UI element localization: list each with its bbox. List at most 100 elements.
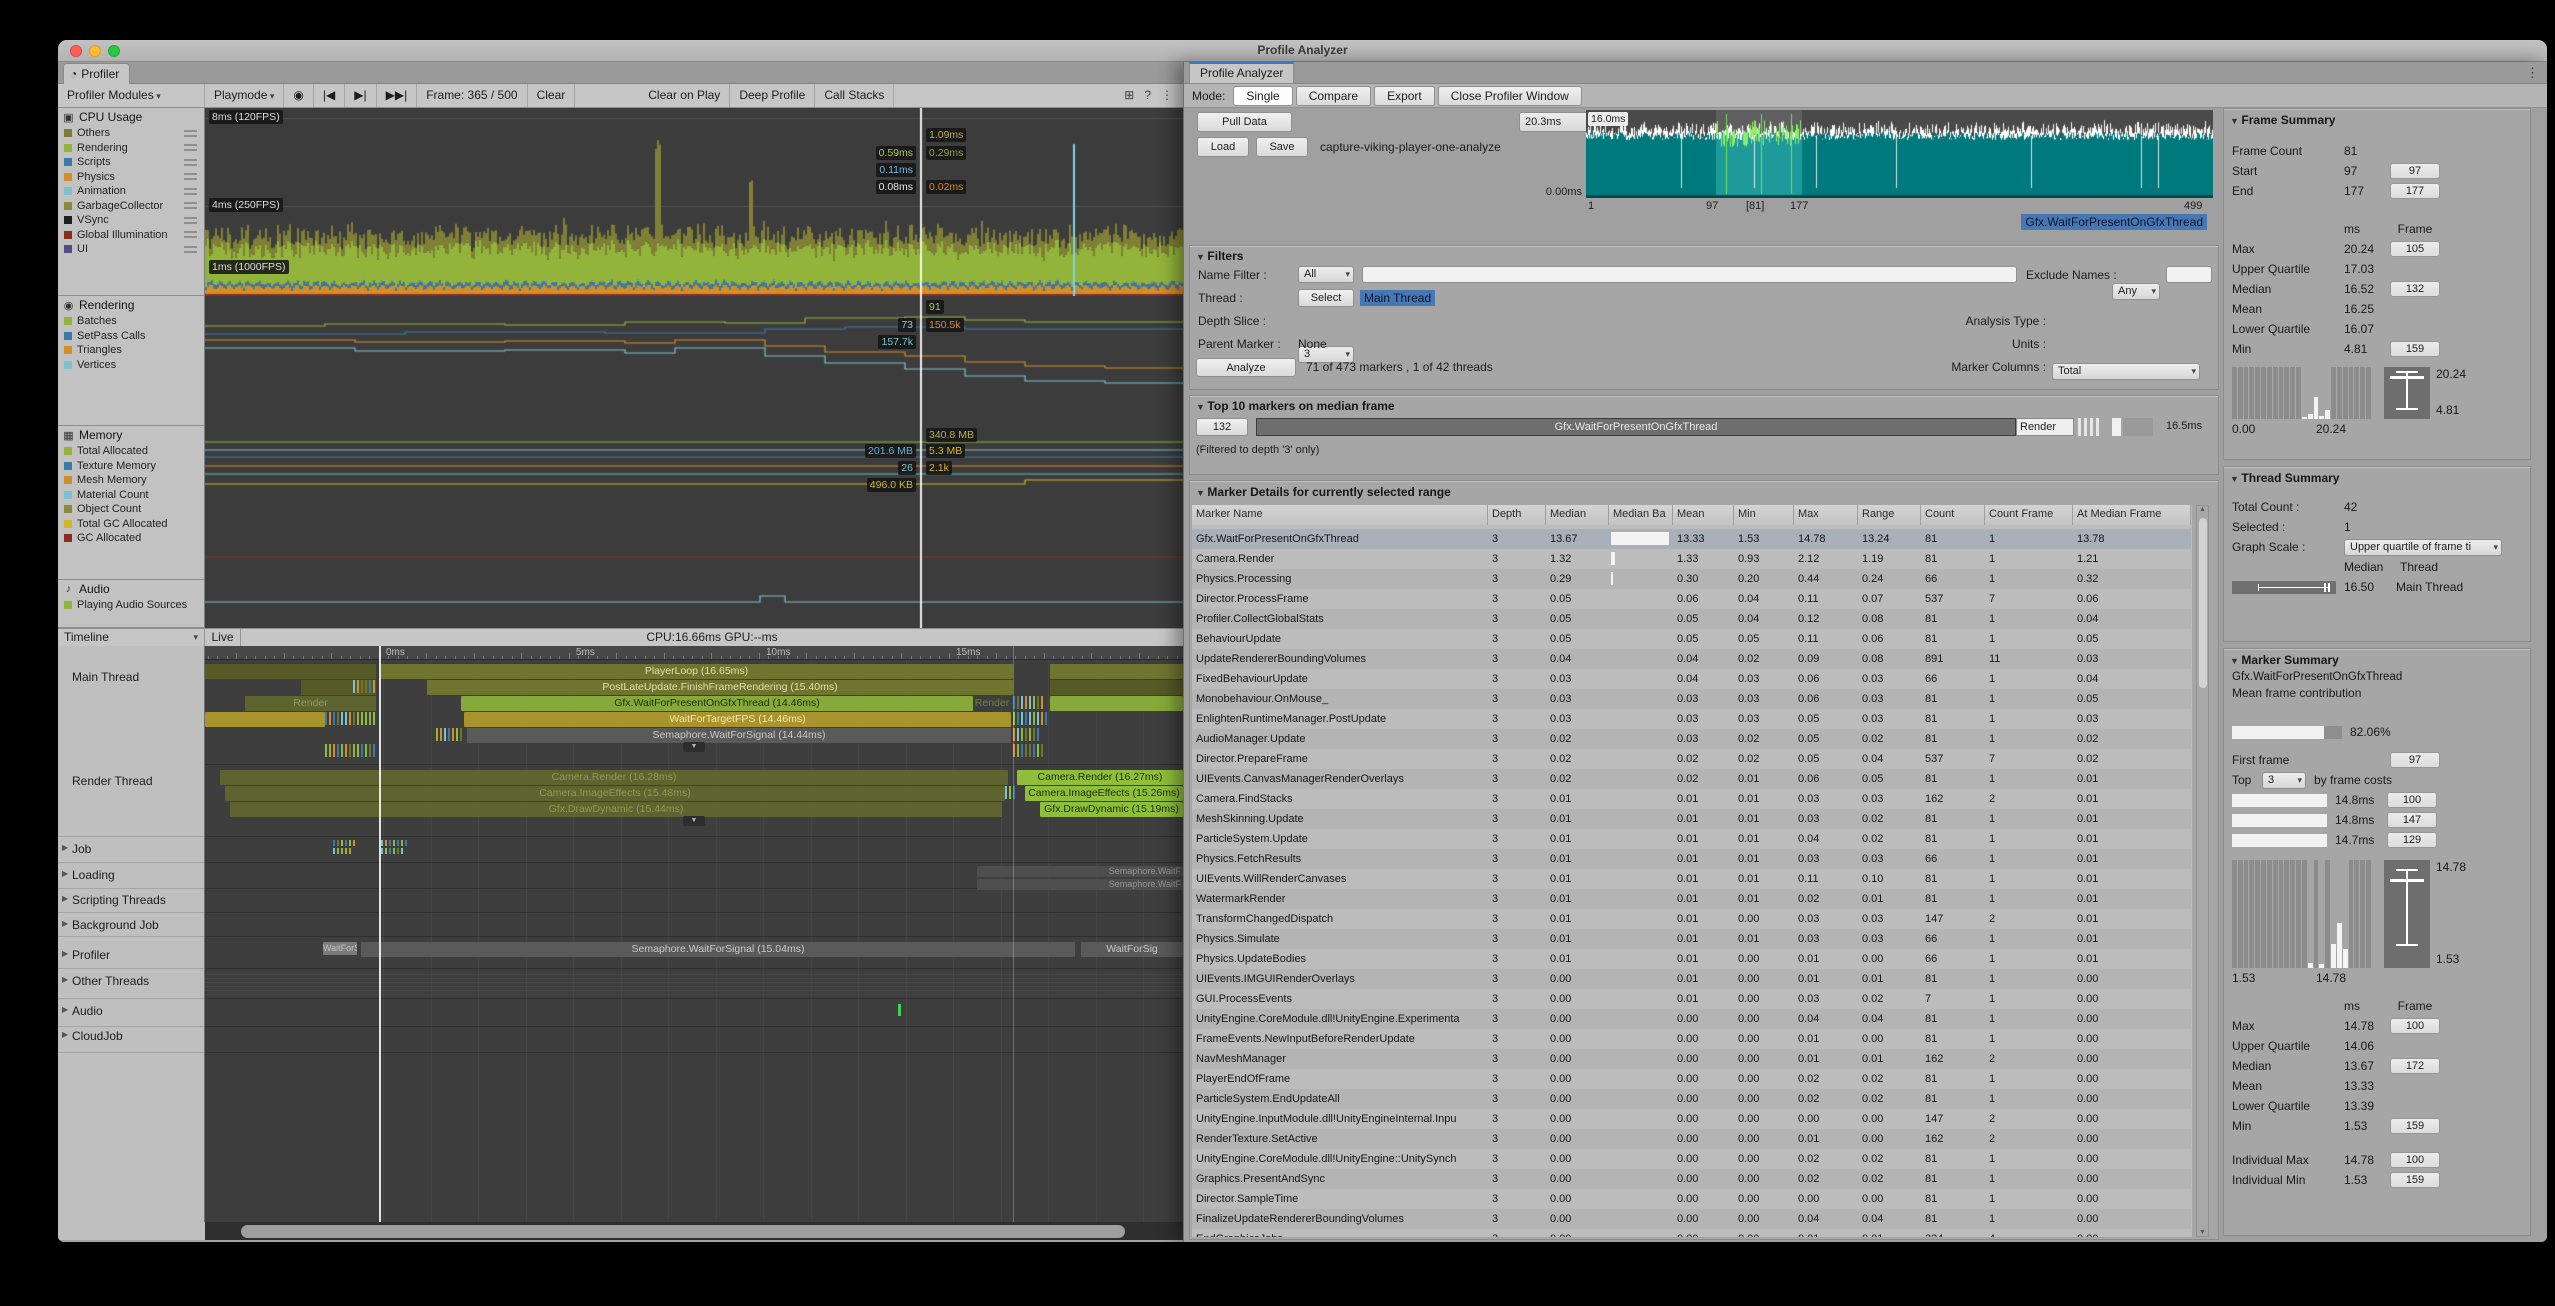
timeline-bar[interactable]: Camera.Render (16.28ms) xyxy=(220,770,1008,785)
analysis-type-dropdown[interactable]: Total xyxy=(2052,363,2200,380)
mode-export[interactable]: Export xyxy=(1374,86,1435,106)
mode-compare[interactable]: Compare xyxy=(1296,86,1371,106)
frame-jump-button[interactable]: 105 xyxy=(2390,241,2440,257)
vscroll-thumb[interactable] xyxy=(2199,518,2207,688)
memory-chart[interactable] xyxy=(205,426,1183,580)
frame-jump-button[interactable]: 177 xyxy=(2390,183,2440,199)
table-row[interactable]: MeshSkinning.Update30.010.010.010.030.02… xyxy=(1192,809,2191,829)
frame-jump-button[interactable]: 129 xyxy=(2387,832,2437,848)
frame-jump-button[interactable]: 100 xyxy=(2390,1018,2440,1034)
table-row[interactable]: UnityEngine.InputModule.dll!UnityEngineI… xyxy=(1192,1109,2191,1129)
timeline-bar[interactable]: Semaphore.WaitF xyxy=(977,866,1183,877)
name-filter-mode-dropdown[interactable]: All xyxy=(1298,266,1354,283)
table-row[interactable]: PlayerEndOfFrame30.000.000.000.020.02811… xyxy=(1192,1069,2191,1089)
profiler-modules-dropdown[interactable]: Profiler Modules xyxy=(58,84,205,107)
median-frame-button[interactable]: 132 xyxy=(1196,418,1248,436)
timeline-bar[interactable] xyxy=(1050,696,1183,711)
frame-jump-button[interactable]: 100 xyxy=(2387,792,2437,808)
thread-label-scripting-threads[interactable]: ▶Scripting Threads xyxy=(72,893,166,907)
table-row[interactable]: Physics.FetchResults30.010.010.010.030.0… xyxy=(1192,849,2191,869)
table-row[interactable]: WatermarkRender30.010.010.010.020.018110… xyxy=(1192,889,2191,909)
drag-handle-icon[interactable] xyxy=(184,231,197,238)
audio-chart[interactable] xyxy=(205,580,1183,628)
frame-jump-button[interactable]: 97 xyxy=(2390,752,2440,768)
playmode-dropdown[interactable]: Playmode xyxy=(205,84,284,107)
scroll-down-icon[interactable]: ▼ xyxy=(2198,1229,2207,1236)
timeline-bar[interactable]: WaitForTargetFPS (14.46ms) xyxy=(464,712,1011,727)
timeline-bar[interactable]: Gfx.DrawDynamic (15.44ms) xyxy=(230,802,1002,817)
top-cost-row[interactable]: 14.8ms147 xyxy=(2224,810,2530,830)
menu-icon[interactable]: ⋮ xyxy=(1161,84,1173,107)
column-header[interactable]: Range xyxy=(1858,505,1921,525)
thread-value[interactable]: Main Thread xyxy=(1360,290,1435,306)
expander-icon[interactable]: ▶ xyxy=(62,1030,68,1039)
column-header[interactable]: Marker Name xyxy=(1192,505,1488,525)
expander-icon[interactable]: ▶ xyxy=(62,869,68,878)
table-row[interactable]: UnityEngine.CoreModule.dll!UnityEngine::… xyxy=(1192,1149,2191,1169)
analyze-button[interactable]: Analyze xyxy=(1196,358,1296,377)
legend-item[interactable]: UI xyxy=(58,242,204,257)
timeline-bar[interactable]: Semaphore.WaitForSignal (15.04ms) xyxy=(361,942,1075,957)
table-row[interactable]: Camera.Render31.321.330.932.121.198111.2… xyxy=(1192,549,2191,569)
timeline-bar[interactable]: Camera.Render (16.27ms) xyxy=(1017,770,1183,785)
frame-jump-button[interactable]: 159 xyxy=(2390,1118,2440,1134)
thread-label-other-threads[interactable]: ▶Other Threads xyxy=(72,974,149,988)
module-header[interactable]: ♪Audio xyxy=(58,580,204,598)
marker-table[interactable]: Marker NameDepthMedianMedian BaMeanMinMa… xyxy=(1192,505,2192,1237)
module-header[interactable]: ▣CPU Usage xyxy=(58,108,204,126)
timeline-bar[interactable]: Gfx.DrawDynamic (15.19ms) xyxy=(1040,802,1183,817)
drag-handle-icon[interactable] xyxy=(184,217,197,224)
collapse-button[interactable]: ▼ xyxy=(683,742,705,752)
expander-icon[interactable]: ▶ xyxy=(62,894,68,903)
column-header[interactable]: Mean xyxy=(1673,505,1734,525)
table-row[interactable]: RenderTexture.SetActive30.000.000.000.01… xyxy=(1192,1129,2191,1149)
frame-jump-button[interactable]: 100 xyxy=(2390,1152,2440,1168)
legend-item[interactable]: Physics xyxy=(58,170,204,185)
timeline-view[interactable]: 0ms5ms10ms15msPlayerLoop (16.65ms)PostLa… xyxy=(205,646,1183,1222)
expander-icon[interactable]: ▶ xyxy=(62,919,68,928)
legend-item[interactable]: Total GC Allocated xyxy=(58,517,204,532)
legend-item[interactable]: SetPass Calls xyxy=(58,329,204,344)
frame-jump-button[interactable]: 172 xyxy=(2390,1058,2440,1074)
scroll-up-icon[interactable]: ▲ xyxy=(2198,506,2207,513)
rendering-chart[interactable] xyxy=(205,296,1183,426)
table-row[interactable]: FrameEvents.NewInputBeforeRenderUpdate30… xyxy=(1192,1029,2191,1049)
expander-icon[interactable]: ▶ xyxy=(62,1005,68,1014)
legend-item[interactable]: Others xyxy=(58,126,204,141)
thread-select-button[interactable]: Select xyxy=(1298,289,1354,307)
frame-jump-button[interactable]: 159 xyxy=(2390,341,2440,357)
table-row[interactable]: Director.PrepareFrame30.020.020.020.050.… xyxy=(1192,749,2191,769)
legend-item[interactable]: GarbageCollector xyxy=(58,199,204,214)
table-row[interactable]: UIEvents.CanvasManagerRenderOverlays30.0… xyxy=(1192,769,2191,789)
legend-item[interactable]: Vertices xyxy=(58,358,204,373)
table-row[interactable]: UIEvents.IMGUIRenderOverlays30.000.010.0… xyxy=(1192,969,2191,989)
legend-item[interactable]: Global Illumination xyxy=(58,228,204,243)
timeline-bar[interactable]: Camera.ImageEffects (15.48ms) xyxy=(225,786,1005,801)
module-header[interactable]: ▦Memory xyxy=(58,426,204,444)
hscroll-thumb[interactable] xyxy=(241,1225,1125,1238)
frame-jump-button[interactable]: 147 xyxy=(2387,812,2437,828)
next-frame-button[interactable]: ▶| xyxy=(345,84,376,107)
thread-label-profiler[interactable]: ▶Profiler xyxy=(72,948,110,962)
live-button[interactable]: Live xyxy=(205,629,241,646)
thread-label-main-thread[interactable]: Main Thread xyxy=(72,670,139,684)
clear-on-play-toggle[interactable]: Clear on Play xyxy=(639,84,730,107)
grid-icon[interactable]: ⊞ xyxy=(1124,84,1134,107)
table-row[interactable]: UnityEngine.CoreModule.dll!UnityEngine.E… xyxy=(1192,1009,2191,1029)
drag-handle-icon[interactable] xyxy=(184,188,197,195)
legend-item[interactable]: Total Allocated xyxy=(58,444,204,459)
help-icon[interactable]: ? xyxy=(1144,84,1151,107)
table-row[interactable]: FinalizeUpdateRendererBoundingVolumes30.… xyxy=(1192,1209,2191,1229)
legend-item[interactable]: GC Allocated xyxy=(58,531,204,546)
legend-item[interactable]: Texture Memory xyxy=(58,459,204,474)
top-cost-row[interactable]: 14.7ms129 xyxy=(2224,830,2530,850)
frame-time-chart[interactable] xyxy=(1586,110,2213,198)
column-header[interactable]: Count xyxy=(1921,505,1985,525)
top-cost-row[interactable]: 14.8ms100 xyxy=(2224,790,2530,810)
legend-item[interactable]: Scripts xyxy=(58,155,204,170)
legend-item[interactable]: VSync xyxy=(58,213,204,228)
cpu-usage-chart[interactable] xyxy=(205,108,1183,296)
tab-profile-analyzer[interactable]: Profile Analyzer xyxy=(1189,62,1294,84)
timeline-bar[interactable]: PostLateUpdate.FinishFrameRendering (15.… xyxy=(427,680,1013,695)
column-header[interactable]: Min xyxy=(1734,505,1794,525)
